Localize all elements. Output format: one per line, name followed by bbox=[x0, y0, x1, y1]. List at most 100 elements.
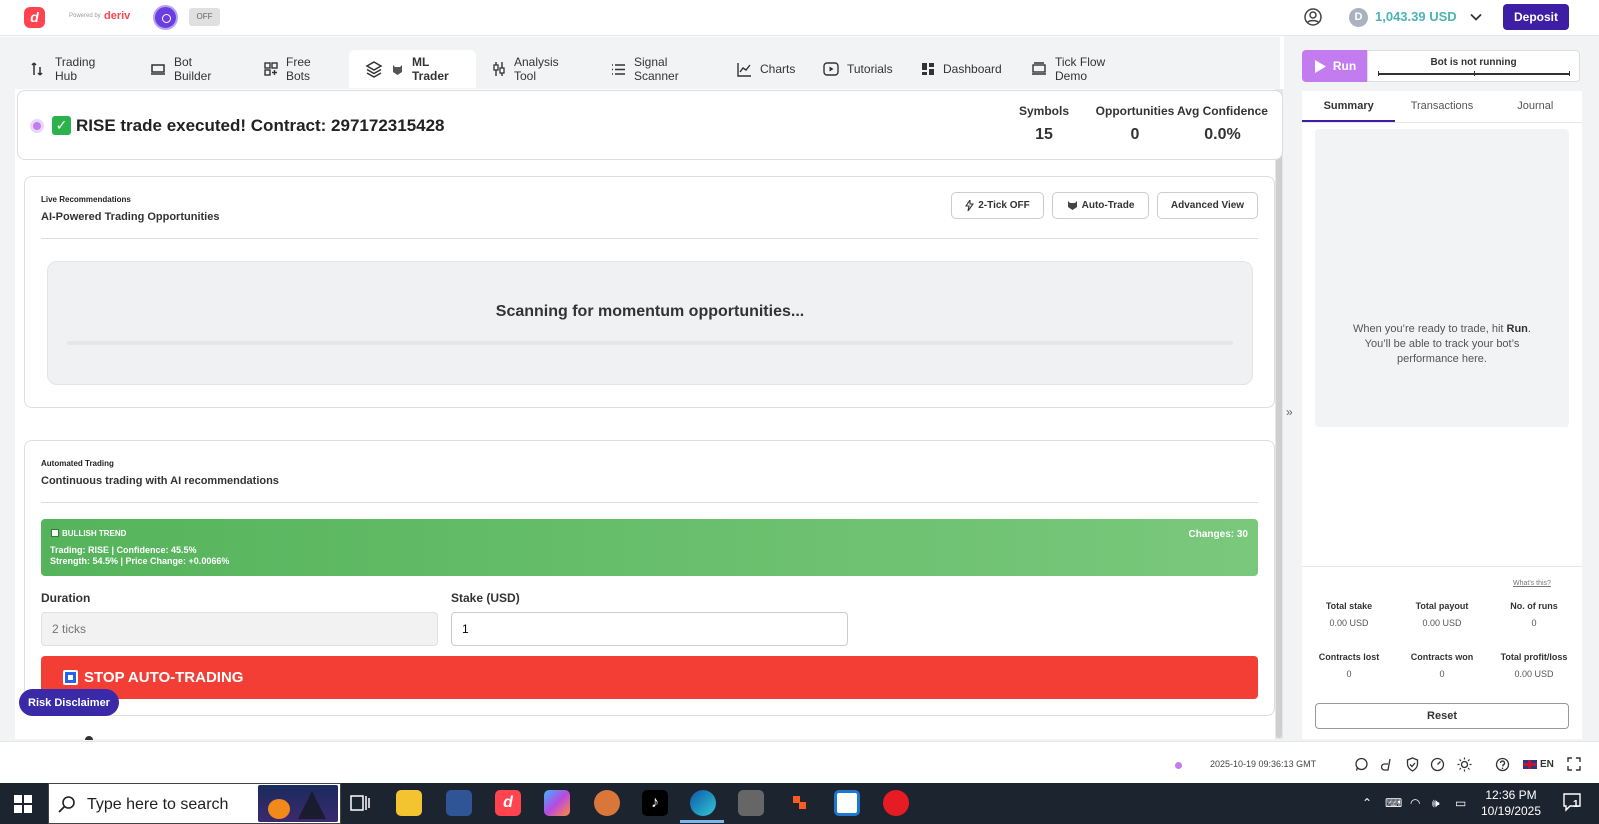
summary-total-payout: Total payout 0.00 USD bbox=[1397, 601, 1487, 628]
tab-journal[interactable]: Journal bbox=[1489, 91, 1582, 122]
tab-free-bots[interactable]: Free Bots bbox=[248, 50, 349, 88]
uk-flag-icon bbox=[1523, 760, 1537, 769]
main-scrollbar-thumb[interactable] bbox=[1276, 118, 1282, 738]
shield-icon[interactable] bbox=[1405, 757, 1420, 772]
language-selector[interactable]: EN bbox=[1523, 759, 1554, 770]
deriv-app-icon[interactable] bbox=[1380, 757, 1395, 772]
input-method-icon[interactable]: ⌨ bbox=[1385, 796, 1402, 810]
run-button[interactable]: Run bbox=[1302, 50, 1367, 82]
duration-label: Duration bbox=[41, 591, 91, 605]
speedometer-icon[interactable] bbox=[1430, 757, 1445, 772]
summary-value: 0.00 USD bbox=[1329, 618, 1369, 628]
claude-icon[interactable] bbox=[594, 790, 620, 816]
deriv-logo-icon[interactable]: d bbox=[24, 7, 45, 28]
summary-value: 0.00 USD bbox=[1514, 669, 1554, 679]
whats-this-link[interactable]: What's this? bbox=[1513, 580, 1551, 587]
main-tabs: Trading Hub Bot Builder Free Bots ML Tra… bbox=[15, 50, 1151, 88]
tab-transactions[interactable]: Transactions bbox=[1395, 91, 1488, 122]
recommendations-kicker: Live Recommendations bbox=[41, 195, 131, 204]
help-icon[interactable] bbox=[1495, 757, 1510, 772]
summary-contracts-won: Contracts won 0 bbox=[1397, 652, 1487, 679]
tiktok-icon[interactable]: ♪ bbox=[642, 790, 668, 816]
empty-line1-pre: When you’re ready to trade, hit bbox=[1353, 323, 1507, 335]
empty-line3: performance here. bbox=[1397, 353, 1487, 365]
deposit-button[interactable]: Deposit bbox=[1503, 4, 1569, 30]
stop-square-icon bbox=[63, 670, 78, 685]
search-highlight-halloween-icon[interactable] bbox=[258, 785, 338, 822]
account-balance[interactable]: 1,043.39 USD bbox=[1375, 9, 1457, 24]
pixel-app-icon[interactable] bbox=[787, 790, 813, 816]
summary-label: Total stake bbox=[1325, 601, 1373, 611]
stat-avg-confidence: Avg Confidence 0.0% bbox=[1175, 104, 1270, 144]
two-tick-label: 2-Tick OFF bbox=[978, 200, 1030, 211]
whatsapp-icon[interactable] bbox=[1354, 757, 1369, 772]
auto-trade-button[interactable]: Auto-Trade bbox=[1052, 192, 1149, 219]
tab-bot-builder[interactable]: Bot Builder bbox=[134, 50, 248, 88]
stat-symbols: Symbols 15 bbox=[1009, 104, 1079, 144]
theme-orb-icon[interactable] bbox=[153, 5, 178, 30]
charts-icon bbox=[737, 62, 752, 77]
tab-label: Tick Flow Demo bbox=[1055, 55, 1106, 83]
toggle-off-pill[interactable]: OFF bbox=[189, 8, 220, 26]
layers-icon bbox=[365, 60, 383, 78]
edge-browser-icon[interactable] bbox=[690, 790, 716, 816]
microsoft-store-icon[interactable] bbox=[834, 790, 860, 816]
dashboard-icon bbox=[921, 62, 935, 76]
stake-field[interactable] bbox=[451, 612, 848, 646]
tab-dashboard[interactable]: Dashboard bbox=[905, 50, 1015, 88]
fullscreen-icon[interactable] bbox=[1567, 757, 1581, 771]
summary-total-stake: Total stake 0.00 USD bbox=[1304, 601, 1394, 628]
automated-kicker: Automated Trading bbox=[41, 459, 114, 468]
advanced-view-button[interactable]: Advanced View bbox=[1157, 192, 1258, 219]
tray-chevron-up-icon[interactable]: ⌃ bbox=[1362, 796, 1372, 810]
empty-line1-post: . bbox=[1527, 323, 1531, 335]
analysis-tool-icon bbox=[492, 61, 506, 77]
account-user-icon[interactable] bbox=[1303, 7, 1323, 27]
tab-label: ML Trader bbox=[412, 55, 449, 83]
sticky-app-icon[interactable] bbox=[446, 790, 472, 816]
deriv-taskbar-icon[interactable]: d bbox=[495, 790, 521, 816]
tab-trading-hub[interactable]: Trading Hub bbox=[15, 50, 134, 88]
wifi-icon[interactable]: ◠ bbox=[1410, 796, 1420, 810]
collapse-panel-icon[interactable]: » bbox=[1286, 405, 1293, 419]
summary-no-of-runs: No. of runs 0 bbox=[1489, 601, 1579, 628]
duration-field bbox=[41, 612, 438, 646]
server-time: 2025-10-19 09:36:13 GMT bbox=[1210, 759, 1317, 769]
run-label: Run bbox=[1332, 59, 1357, 73]
tab-ml-trader[interactable]: ML Trader bbox=[349, 50, 476, 88]
two-tick-button[interactable]: 2-Tick OFF bbox=[951, 192, 1044, 219]
tab-summary[interactable]: Summary bbox=[1302, 91, 1396, 122]
app-icon[interactable] bbox=[738, 790, 764, 816]
tab-analysis-tool[interactable]: Analysis Tool bbox=[476, 50, 595, 88]
trend-title: BULLISH TREND bbox=[51, 529, 126, 538]
brightness-icon[interactable] bbox=[1457, 757, 1472, 772]
bullish-trend-banner: BULLISH TREND Trading: RISE | Confidence… bbox=[41, 519, 1258, 576]
stake-label: Stake (USD) bbox=[451, 591, 520, 605]
search-icon bbox=[58, 795, 76, 813]
taskbar-clock[interactable]: 12:36 PM 10/19/2025 bbox=[1479, 787, 1543, 819]
keyboard-icon[interactable]: ▭ bbox=[1455, 796, 1466, 810]
tab-charts[interactable]: Charts bbox=[721, 50, 807, 88]
reset-button[interactable]: Reset bbox=[1315, 703, 1569, 729]
copilot-icon[interactable] bbox=[544, 790, 570, 816]
bot-status-indicator: Bot is not running bbox=[1367, 50, 1580, 82]
tab-label: Free Bots bbox=[286, 55, 311, 83]
notification-icon[interactable]: 1 bbox=[1562, 792, 1582, 812]
summary-value: 0 bbox=[1346, 669, 1352, 679]
windows-start-icon[interactable] bbox=[14, 795, 32, 813]
task-view-icon[interactable] bbox=[350, 794, 370, 812]
volume-icon[interactable]: 🕪 bbox=[1432, 796, 1440, 811]
divider bbox=[41, 238, 1258, 239]
red-app-icon[interactable] bbox=[883, 790, 909, 816]
risk-disclaimer-button[interactable]: Risk Disclaimer bbox=[19, 689, 119, 716]
tab-tutorials[interactable]: Tutorials bbox=[807, 50, 905, 88]
automated-title: Continuous trading with AI recommendatio… bbox=[41, 475, 279, 487]
tab-signal-scanner[interactable]: Signal Scanner bbox=[595, 50, 721, 88]
divider bbox=[41, 502, 1258, 503]
taskbar-date: 10/19/2025 bbox=[1480, 804, 1542, 818]
summary-total-profit-loss: Total profit/loss 0.00 USD bbox=[1489, 652, 1579, 679]
chevron-down-icon[interactable] bbox=[1469, 10, 1483, 24]
stop-auto-trading-button[interactable]: STOP AUTO-TRADING bbox=[41, 656, 1258, 699]
file-explorer-icon[interactable] bbox=[396, 790, 422, 816]
tab-tick-flow-demo[interactable]: Tick Flow Demo bbox=[1015, 50, 1151, 88]
